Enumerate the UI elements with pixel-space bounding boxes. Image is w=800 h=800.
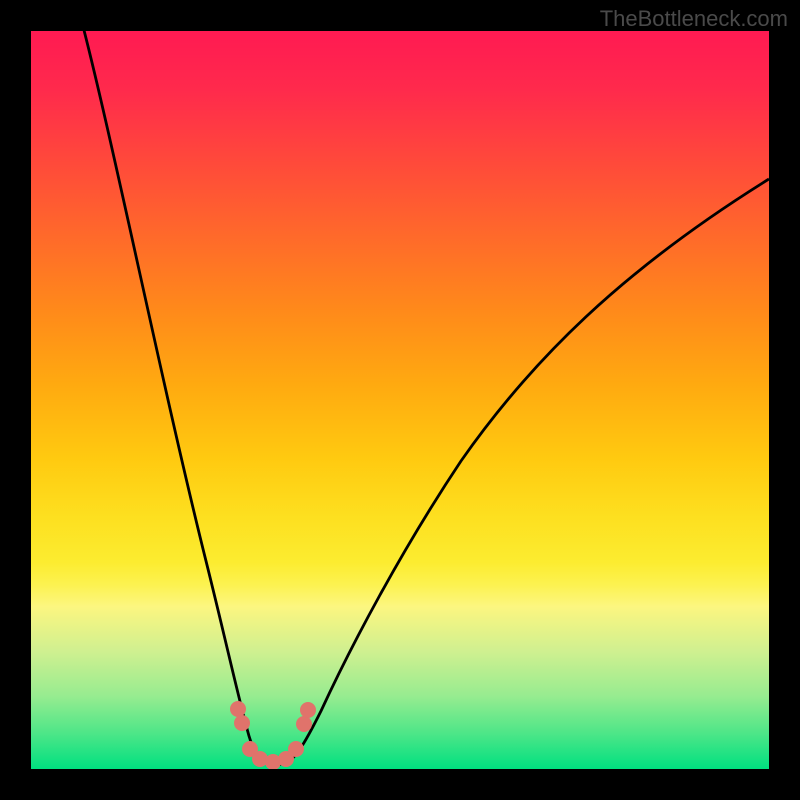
minimum-markers [230,701,316,769]
chart-frame: TheBottleneck.com [0,0,800,800]
watermark-text: TheBottleneck.com [600,6,788,32]
curve-path [79,31,769,765]
plot-area [31,31,769,769]
bottleneck-curve [31,31,769,769]
